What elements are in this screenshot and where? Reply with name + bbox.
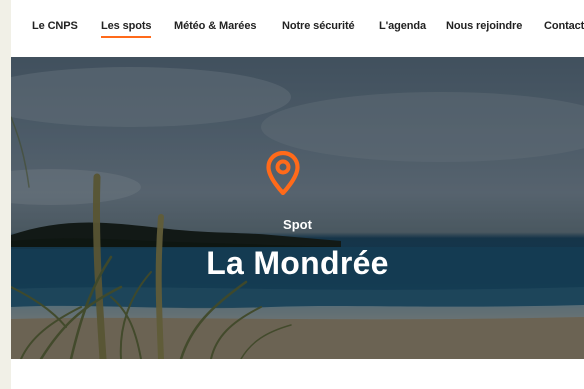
nav-item-contact[interactable]: Contact — [544, 20, 584, 38]
nav-item-les-spots[interactable]: Les spots — [101, 20, 152, 38]
hero-banner: Spot La Mondrée — [11, 57, 584, 359]
main-navigation: Le CNPS Les spots Météo & Marées Notre s… — [11, 0, 584, 57]
nav-item-agenda[interactable]: L'agenda — [379, 20, 426, 38]
location-pin-icon — [266, 151, 300, 195]
nav-item-nous-rejoindre[interactable]: Nous rejoindre — [446, 20, 522, 38]
hero-kicker: Spot — [283, 217, 312, 232]
nav-item-le-cnps[interactable]: Le CNPS — [32, 20, 78, 38]
page-title: La Mondrée — [206, 245, 389, 281]
page: Le CNPS Les spots Météo & Marées Notre s… — [11, 0, 584, 389]
hero-dim-overlay — [11, 57, 584, 359]
nav-item-notre-securite[interactable]: Notre sécurité — [282, 20, 355, 38]
nav-item-meteo-marees[interactable]: Météo & Marées — [174, 20, 256, 38]
